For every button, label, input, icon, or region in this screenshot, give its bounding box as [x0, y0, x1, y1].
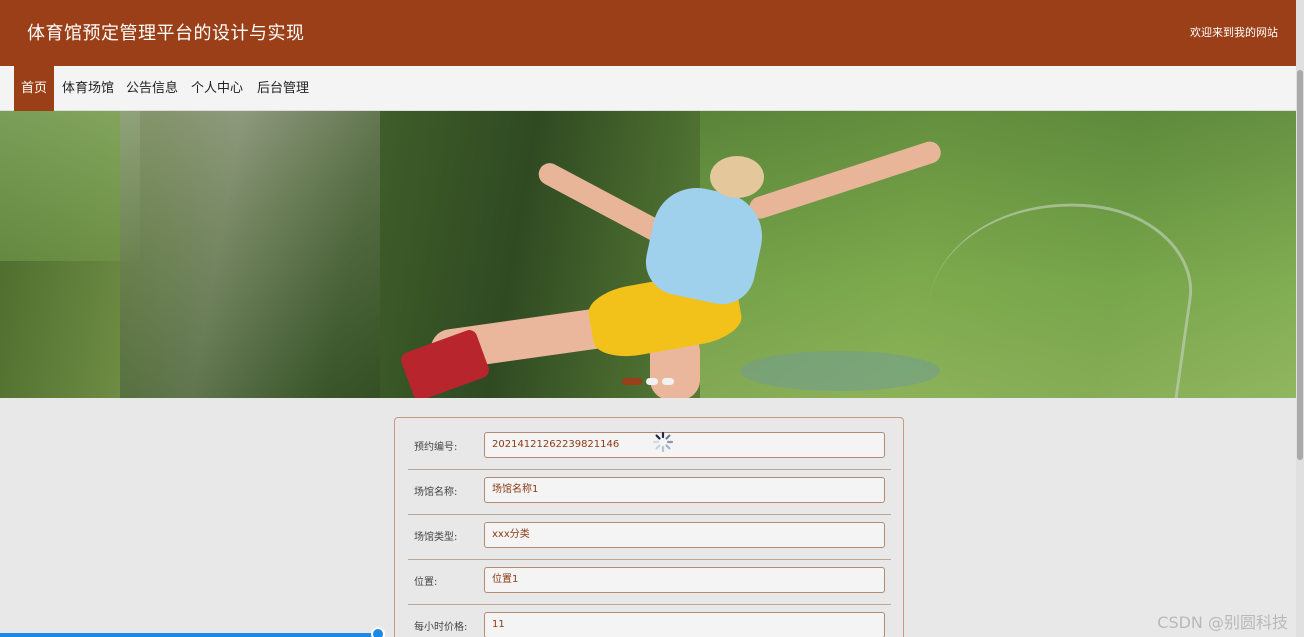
scrollbar-thumb[interactable]	[1297, 70, 1303, 460]
hourly-price-field[interactable]: 11	[484, 612, 885, 637]
site-header: 体育馆预定管理平台的设计与实现 欢迎来到我的网站	[0, 0, 1296, 66]
form-row-booking-number: 预约编号: 20214121262239821146	[408, 425, 891, 470]
welcome-text: 欢迎来到我的网站	[1190, 26, 1278, 39]
loading-spinner-icon	[652, 431, 674, 453]
carousel-dot-2[interactable]	[646, 378, 658, 385]
form-row-hourly-price: 每小时价格: 11	[408, 605, 891, 637]
venue-name-field[interactable]: 场馆名称1	[484, 477, 885, 503]
hourly-price-label: 每小时价格:	[414, 622, 468, 633]
booking-detail-form: 预约编号: 20214121262239821146 场馆名称: 场馆名称1 场…	[394, 417, 904, 637]
carousel-dot-1[interactable]	[622, 378, 642, 385]
booking-number-label: 预约编号:	[414, 442, 458, 453]
nav-item-home[interactable]: 首页	[14, 66, 55, 111]
form-row-location: 位置: 位置1	[408, 560, 891, 605]
venue-name-label: 场馆名称:	[414, 487, 458, 498]
booking-number-field[interactable]: 20214121262239821146	[484, 432, 885, 458]
site-title: 体育馆预定管理平台的设计与实现	[27, 23, 305, 44]
csdn-watermark: CSDN @别圆科技	[1157, 613, 1288, 632]
location-label: 位置:	[414, 577, 438, 588]
nav-item-admin[interactable]: 后台管理	[250, 66, 316, 111]
hero-banner[interactable]	[0, 111, 1296, 398]
progress-knob[interactable]	[371, 627, 385, 637]
nav-item-personal-center[interactable]: 个人中心	[184, 66, 250, 111]
form-row-venue-name: 场馆名称: 场馆名称1	[408, 470, 891, 515]
location-field[interactable]: 位置1	[484, 567, 885, 593]
vertical-scrollbar[interactable]	[1296, 0, 1304, 637]
nav-item-venues[interactable]: 体育场馆	[55, 66, 121, 111]
form-row-venue-type: 场馆类型: xxx分类	[408, 515, 891, 560]
page-load-progress-bar	[0, 633, 378, 637]
venue-type-field[interactable]: xxx分类	[484, 522, 885, 548]
main-nav: 首页 体育场馆 公告信息 个人中心 后台管理	[0, 66, 1296, 111]
nav-item-announcements[interactable]: 公告信息	[119, 66, 185, 111]
venue-type-label: 场馆类型:	[414, 532, 458, 543]
carousel-dot-3[interactable]	[662, 378, 674, 385]
